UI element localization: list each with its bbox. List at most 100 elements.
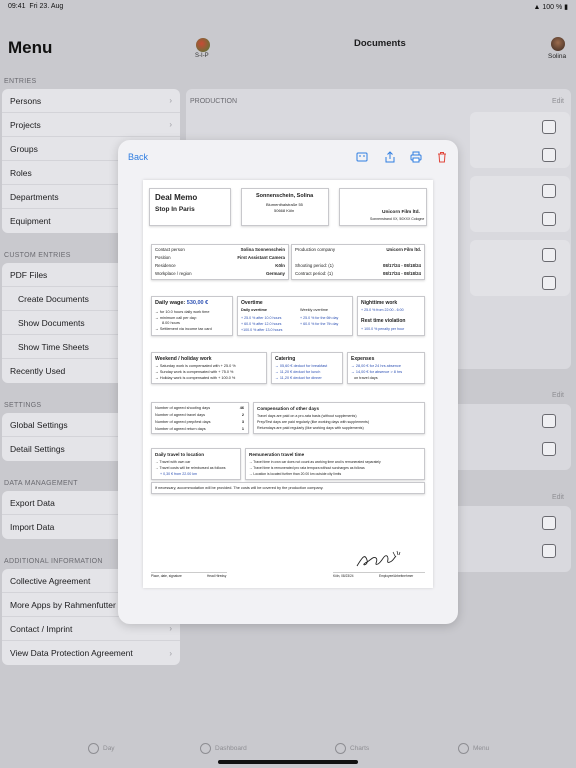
chevron-right-icon: › xyxy=(169,648,172,658)
production-edit-button[interactable]: Edit xyxy=(552,98,564,105)
view-doc-icon[interactable] xyxy=(542,148,556,162)
person-city: 50668 Köln xyxy=(274,208,295,213)
edit-doc-icon[interactable] xyxy=(542,414,556,428)
weekend-box: Weekend / holiday work → Saturday work i… xyxy=(151,352,267,384)
document-viewer-modal: Back Deal Memo Stop In Paris Sonnenschei… xyxy=(118,140,458,624)
expenses-line: → 28,00 € for 24 hrs absence xyxy=(351,364,402,368)
footer-place: Place, date, signature xyxy=(151,574,182,578)
section-entries-label: ENTRIES xyxy=(4,78,37,85)
overtime-title: Overtime xyxy=(241,300,263,306)
wage-line: → minimum call per day: xyxy=(155,316,197,320)
section-data-label: DATA MANAGEMENT xyxy=(4,480,78,487)
workplace-value: Germany xyxy=(265,271,285,276)
accommodation-box: If necessary, accommodation will be prov… xyxy=(151,482,425,494)
contact-value: Solina Sonnenschein xyxy=(240,247,285,252)
trash-icon[interactable] xyxy=(436,151,448,163)
sip-avatar[interactable] xyxy=(196,38,210,52)
contract-value: 08/17/24 - 08/18/24 xyxy=(382,271,421,276)
status-time: 09:41 Fri 23. Aug xyxy=(8,3,64,10)
edit-button-2[interactable]: Edit xyxy=(552,392,564,399)
section-custom-label: CUSTOM ENTRIES xyxy=(4,252,71,259)
contract-label: Contract period: (1) xyxy=(295,271,333,276)
catering-box: Catering → 05,60 € deduct for breakfast … xyxy=(271,352,343,384)
daily-travel-line: → Travel costs will be reimbursed as fol… xyxy=(155,466,226,470)
edit-doc-icon[interactable] xyxy=(542,248,556,262)
view-doc-icon[interactable] xyxy=(542,544,556,558)
weekend-line: → Saturday work is compensated with + 25… xyxy=(155,364,236,368)
catering-title: Catering xyxy=(275,356,296,362)
catering-line: → 11,20 € deduct for dinner xyxy=(275,376,322,380)
menu-item-projects[interactable]: Projects › xyxy=(2,113,180,137)
doc-subtitle: Stop In Paris xyxy=(155,206,195,213)
compensation-line: Travel days are paid on a pro-rata basis… xyxy=(257,414,357,418)
expenses-line: → 14,00 € for absence > 8 hrs xyxy=(351,370,403,374)
edit-button-3[interactable]: Edit xyxy=(552,494,564,501)
wage-line: → Settlement via income tax card xyxy=(155,327,212,331)
chevron-right-icon: › xyxy=(169,120,172,129)
status-bar: 09:41 Fri 23. Aug ▲ 100 % ▮ xyxy=(0,0,576,14)
compensation-line: Prep/Test days are paid regularly (like … xyxy=(257,420,370,424)
workplace-label: Workplace / region xyxy=(155,271,192,276)
expenses-title: Expenses xyxy=(351,356,375,362)
compensation-title: Compensation of other days xyxy=(257,406,320,411)
company-value: Unicorn Film ltd. xyxy=(386,247,421,252)
daily-travel-line: → Travel with own car xyxy=(155,460,191,464)
expenses-line: on travel days xyxy=(354,376,378,380)
residence-label: Residence xyxy=(155,263,176,268)
view-doc-icon[interactable] xyxy=(542,276,556,290)
chevron-right-icon: › xyxy=(169,96,172,105)
tab-dashboard[interactable]: Dashboard xyxy=(200,743,247,754)
agreed-prep-value: 3 xyxy=(241,420,244,424)
remuneration-line: → Travel time in own car does not count … xyxy=(249,460,381,464)
title-box: Deal Memo Stop In Paris xyxy=(149,188,231,226)
agreed-days-box: Number of agreed shooting days 46 Number… xyxy=(151,402,249,434)
agreed-return-value: 1 xyxy=(241,427,244,431)
daily-travel-title: Daily travel to location xyxy=(155,452,205,457)
day-icon xyxy=(88,743,99,754)
overtime-weekly-line: + 25.0 % for the 6th day xyxy=(300,316,339,320)
wage-box: Daily wage: 530,00 € → for 10.0 hours da… xyxy=(151,296,233,336)
agreed-return-label: Number of agreed return days xyxy=(155,427,206,431)
night-line: + 25.0 % from 22:00 - 6:00 xyxy=(361,308,404,312)
weekend-line: → Holiday work is compensated with + 100… xyxy=(155,376,236,380)
menu-item-persons[interactable]: Persons › xyxy=(2,89,180,113)
daily-travel-line: + 0,30 € from 22.00 km xyxy=(160,472,198,476)
remuneration-box: Remuneration travel time → Travel time i… xyxy=(245,448,425,480)
wage-line: → for 10.0 hours daily work time xyxy=(155,310,210,314)
menu-item-data-protection[interactable]: View Data Protection Agreement › xyxy=(2,641,180,665)
remuneration-title: Remuneration travel time xyxy=(249,452,305,457)
company-box: Unicorn Film ltd. Sonnenstrand XX, 50XXX… xyxy=(339,188,427,226)
section-info-label: ADDITIONAL INFORMATION xyxy=(4,558,103,565)
person-street: Blumenthalstraße 55 xyxy=(266,202,303,207)
share-icon[interactable] xyxy=(384,151,396,163)
contact-table: Contact person Solina Sonnenschein Posit… xyxy=(151,244,289,280)
page-title: Documents xyxy=(354,38,406,49)
edit-doc-icon[interactable] xyxy=(542,516,556,530)
wage-value: 530,00 € xyxy=(186,300,209,306)
edit-doc-icon[interactable] xyxy=(542,120,556,134)
markup-icon[interactable] xyxy=(356,151,368,163)
deal-memo-document: Deal Memo Stop In Paris Sonnenschein, So… xyxy=(143,180,433,588)
catering-line: → 05,60 € deduct for breakfast xyxy=(275,364,328,368)
company-label: Production company xyxy=(295,247,336,252)
user-name: Solina xyxy=(548,53,567,60)
view-doc-icon[interactable] xyxy=(542,212,556,226)
charts-icon xyxy=(335,743,346,754)
overtime-daily-line: + 60.0 % after 12.0 hours xyxy=(241,322,282,326)
print-icon[interactable] xyxy=(410,151,422,163)
sip-label: S-I-P xyxy=(195,53,209,59)
home-indicator xyxy=(218,760,358,764)
person-name: Sonnenschein, Solina xyxy=(256,193,314,199)
tab-day[interactable]: Day xyxy=(88,743,115,754)
status-battery: ▲ 100 % ▮ xyxy=(533,4,568,11)
back-button[interactable]: Back xyxy=(128,152,148,162)
chevron-right-icon: › xyxy=(169,624,172,633)
edit-doc-icon[interactable] xyxy=(542,184,556,198)
weekend-line: → Sunday work is compensated with + 75.0… xyxy=(155,370,234,374)
user-avatar[interactable] xyxy=(551,37,565,51)
view-doc-icon[interactable] xyxy=(542,442,556,456)
overtime-daily: Daily overtime xyxy=(241,308,267,312)
residence-value: Köln xyxy=(275,263,285,268)
tab-charts[interactable]: Charts xyxy=(335,743,369,754)
tab-menu[interactable]: Menu xyxy=(458,743,489,754)
